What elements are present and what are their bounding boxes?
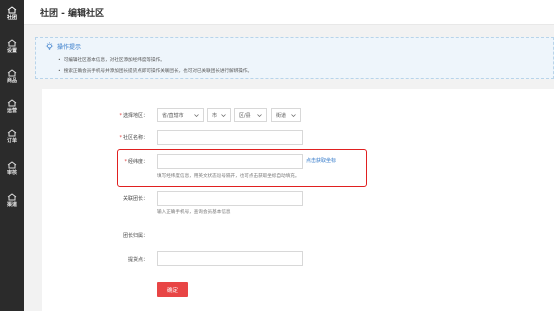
province-select[interactable]: 省/直辖市	[157, 108, 204, 122]
tips-item: 搜索正确会员手机号并添加团长提货点即可操作关联团长，也可对已关联团长进行解绑操作…	[58, 66, 252, 77]
pickup-point-label: 提货点：	[127, 257, 148, 263]
lightbulb-icon	[45, 42, 54, 50]
sidebar-item-shetuan[interactable]: 社团	[0, 4, 24, 34]
home-icon	[7, 99, 17, 107]
operation-tips: 操作提示 可编辑社区基本信息，对社区添加经纬度等操作。 搜索正确会员手机号并添加…	[35, 37, 554, 79]
home-icon	[7, 161, 17, 169]
pickup-point-input[interactable]	[157, 251, 303, 266]
province-select-value: 省/直辖市	[162, 112, 184, 119]
tips-list: 可编辑社区基本信息，对社区添加经纬度等操作。 搜索正确会员手机号并添加团长提货点…	[58, 55, 252, 77]
leader-belong-label: 团长归属：	[122, 233, 148, 239]
sidebar-item-label: 设置	[6, 48, 17, 54]
page-header: 社团 - 编辑社区	[24, 0, 554, 25]
home-icon	[7, 129, 17, 137]
lnglat-input[interactable]	[157, 154, 303, 169]
get-coordinates-link[interactable]: 点击获取坐标	[306, 157, 336, 164]
city-select[interactable]: 市	[207, 108, 231, 122]
street-select[interactable]: 街道	[271, 108, 301, 122]
sidebar-item-label: 社团	[6, 15, 17, 21]
region-label: *选择地区：	[119, 113, 148, 119]
leader-hint: 输入正确手机号，查询会员基本信息	[157, 210, 231, 215]
sidebar-item-yunying[interactable]: 运营	[0, 97, 24, 127]
required-mark: *	[119, 135, 122, 141]
community-name-input[interactable]	[157, 130, 303, 145]
lnglat-label: *经纬度：	[124, 159, 148, 165]
sidebar-item-label: 渠道	[6, 202, 17, 208]
tips-title: 操作提示	[57, 44, 82, 51]
district-select-value: 区/县	[239, 112, 251, 119]
home-icon	[7, 193, 17, 201]
sidebar-item-qudao[interactable]: 渠道	[0, 191, 24, 221]
required-mark: *	[124, 159, 127, 165]
street-select-value: 街道	[276, 112, 287, 119]
sidebar: 社团 设置 商品 运营 订单 审核 渠道	[0, 0, 24, 311]
submit-button[interactable]: 确定	[157, 282, 188, 297]
district-select[interactable]: 区/县	[234, 108, 267, 122]
lnglat-hint: 填写经纬度信息，用英文状态逗号隔开，也可点击获取坐标自动填充。	[157, 174, 300, 179]
chevron-down-icon	[291, 114, 296, 117]
sidebar-item-shangpin[interactable]: 商品	[0, 67, 24, 97]
home-icon	[7, 69, 17, 77]
sidebar-item-dingdan[interactable]: 订单	[0, 127, 24, 157]
community-name-label: *社区名称：	[119, 135, 148, 141]
leader-label: 关联团长：	[122, 196, 148, 202]
sidebar-item-shezhi[interactable]: 设置	[0, 37, 24, 67]
sidebar-item-label: 审核	[6, 170, 17, 176]
chevron-down-icon	[194, 114, 199, 117]
chevron-down-icon	[257, 114, 262, 117]
tips-header: 操作提示	[45, 42, 81, 51]
home-icon	[7, 6, 17, 14]
city-select-value: 市	[212, 112, 218, 119]
home-icon	[7, 39, 17, 47]
sidebar-item-label: 商品	[6, 78, 17, 84]
chevron-down-icon	[221, 114, 226, 117]
sidebar-item-label: 订单	[6, 138, 17, 144]
sidebar-item-label: 运营	[6, 108, 17, 114]
required-mark: *	[119, 113, 122, 119]
leader-phone-input[interactable]	[157, 191, 303, 206]
sidebar-item-shenhe[interactable]: 审核	[0, 159, 24, 189]
page-title: 社团 - 编辑社区	[40, 9, 105, 19]
tips-item: 可编辑社区基本信息，对社区添加经纬度等操作。	[58, 55, 252, 66]
